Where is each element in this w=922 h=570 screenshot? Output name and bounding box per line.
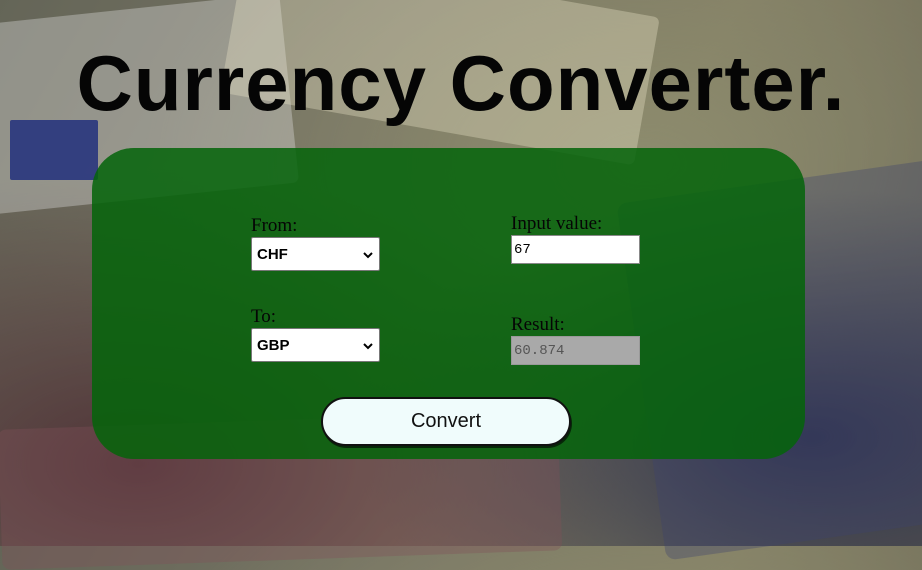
result-label: Result: [511,314,565,335]
to-currency-value: GBP [257,336,290,354]
eu-flag-icon [10,120,98,180]
result-field: 60.874 [511,336,640,365]
to-label: To: [251,306,277,327]
from-currency-value: CHF [257,245,288,263]
input-value-label: Input value: [511,213,603,234]
input-value-field[interactable]: 67 [511,235,640,264]
chevron-down-icon [363,252,373,259]
from-label: From: [251,215,298,236]
page-title: Currency Converter. [76,39,846,127]
convert-button[interactable]: Convert [321,397,571,446]
from-currency-select[interactable]: CHF [251,237,380,271]
chevron-down-icon [363,343,373,350]
to-currency-select[interactable]: GBP [251,328,380,362]
